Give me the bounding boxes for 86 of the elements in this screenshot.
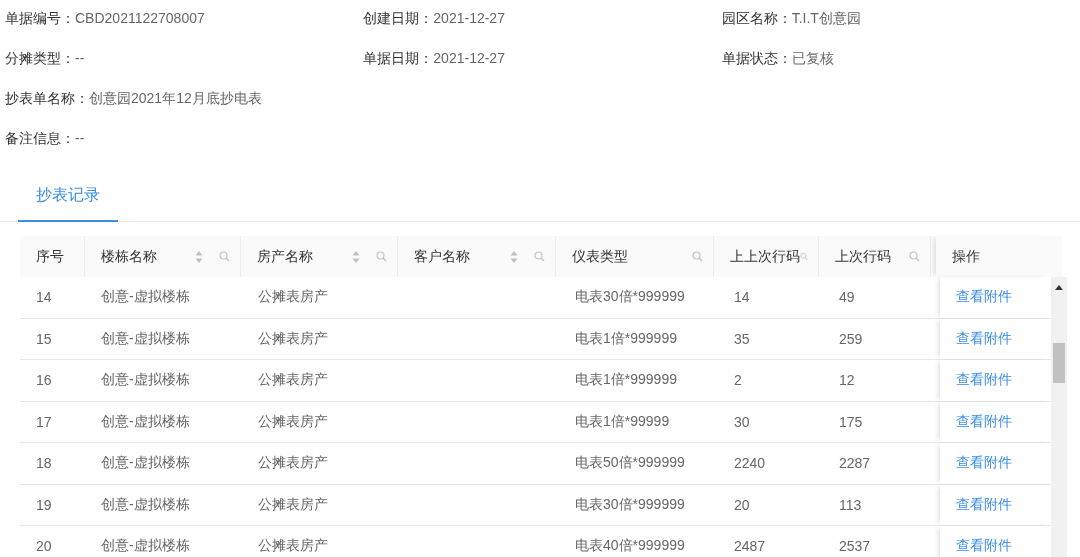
field-value: 2021-12-27 bbox=[433, 50, 505, 66]
table-cell: 17 bbox=[36, 413, 52, 430]
view-attachment-link[interactable]: 查看附件 bbox=[956, 329, 1012, 348]
table-cell: 20 bbox=[36, 538, 52, 555]
table-cell: 20 bbox=[734, 496, 750, 513]
table-cell: 创意-虚拟楼栋 bbox=[101, 454, 190, 473]
table-cell: 电表1倍*999999 bbox=[575, 371, 677, 390]
scrollbar-thumb[interactable] bbox=[1053, 343, 1065, 383]
table-cell: 电表50倍*999999 bbox=[575, 454, 685, 473]
view-attachment-link[interactable]: 查看附件 bbox=[956, 288, 1012, 307]
table-cell: 30 bbox=[734, 413, 750, 430]
table-cell: 创意-虚拟楼栋 bbox=[101, 371, 190, 390]
table-cell: 创意-虚拟楼栋 bbox=[101, 329, 190, 348]
field-label: 单据状态： bbox=[721, 50, 792, 66]
table-cell: 公摊表房产 bbox=[258, 329, 328, 348]
search-icon[interactable] bbox=[800, 251, 809, 262]
table-cell: 创意-虚拟楼栋 bbox=[101, 412, 190, 431]
table-cell: 公摊表房产 bbox=[258, 537, 328, 556]
table-cell: 14 bbox=[36, 289, 52, 306]
field-value: 已复核 bbox=[791, 50, 834, 66]
view-attachment-link[interactable]: 查看附件 bbox=[956, 537, 1012, 556]
table-cell: 电表30倍*999999 bbox=[575, 495, 685, 514]
field-value: T.I.T创意园 bbox=[791, 10, 861, 26]
search-icon[interactable] bbox=[692, 251, 704, 262]
table-cell: 公摊表房产 bbox=[258, 288, 328, 307]
table-cell: 18 bbox=[36, 455, 52, 472]
table-cell: 公摊表房产 bbox=[258, 412, 328, 431]
field-value: 2021-12-27 bbox=[433, 10, 505, 26]
field-label: 分摊类型： bbox=[5, 50, 75, 66]
search-icon[interactable] bbox=[908, 251, 920, 262]
table-cell: 15 bbox=[36, 330, 52, 347]
table-cell: 14 bbox=[734, 289, 750, 306]
field-value: 创意园2021年12月底抄电表 bbox=[89, 90, 262, 106]
table-cell: 创意-虚拟楼栋 bbox=[101, 288, 190, 307]
sort-icon[interactable] bbox=[510, 249, 519, 264]
column-title: 操作 bbox=[951, 247, 981, 266]
table-cell: 电表1倍*999999 bbox=[575, 329, 677, 348]
column-title: 楼栋名称 bbox=[100, 247, 158, 266]
table-cell: 2537 bbox=[839, 538, 871, 555]
table-cell: 2287 bbox=[839, 455, 871, 472]
table-cell: 2 bbox=[734, 372, 742, 389]
table-cell: 公摊表房产 bbox=[258, 454, 328, 473]
search-icon[interactable] bbox=[534, 251, 546, 262]
field-value: CBD2021122708007 bbox=[75, 10, 205, 26]
table-cell: 35 bbox=[734, 330, 750, 347]
table-cell: 电表40倍*999999 bbox=[575, 537, 685, 556]
column-title: 上次行码 bbox=[835, 247, 893, 266]
column-title: 序号 bbox=[36, 247, 65, 266]
view-attachment-link[interactable]: 查看附件 bbox=[956, 454, 1012, 473]
view-attachment-link[interactable]: 查看附件 bbox=[956, 495, 1012, 514]
table-cell: 175 bbox=[839, 413, 863, 430]
table-cell: 创意-虚拟楼栋 bbox=[101, 495, 190, 514]
table-cell: 2487 bbox=[734, 538, 766, 555]
table-cell: 2240 bbox=[734, 455, 766, 472]
table-cell: 12 bbox=[839, 372, 855, 389]
search-icon[interactable] bbox=[376, 251, 387, 262]
field-value: -- bbox=[75, 50, 85, 66]
sort-icon[interactable] bbox=[352, 249, 360, 264]
scrollbar[interactable] bbox=[1051, 277, 1067, 557]
field-label: 抄表单名称： bbox=[5, 90, 89, 106]
field-label: 备注信息： bbox=[5, 130, 75, 146]
field-value: -- bbox=[75, 130, 85, 146]
view-attachment-link[interactable]: 查看附件 bbox=[956, 412, 1012, 431]
field-label: 单据编号： bbox=[5, 10, 75, 26]
table-cell: 公摊表房产 bbox=[258, 495, 328, 514]
table-cell: 16 bbox=[36, 372, 52, 389]
scroll-up-icon[interactable] bbox=[1055, 285, 1063, 290]
table-cell: 113 bbox=[839, 496, 862, 513]
table-cell: 电表1倍*99999 bbox=[575, 412, 670, 431]
search-icon[interactable] bbox=[218, 251, 230, 262]
table-cell: 259 bbox=[839, 330, 863, 347]
sort-icon[interactable] bbox=[194, 249, 203, 264]
column-title: 房产名称 bbox=[256, 247, 314, 266]
table-cell: 49 bbox=[839, 289, 855, 306]
column-title: 客户名称 bbox=[414, 247, 471, 266]
table-cell: 19 bbox=[36, 496, 52, 513]
table-cell: 电表30倍*999999 bbox=[575, 288, 685, 307]
field-label: 单据日期： bbox=[363, 50, 434, 66]
column-title: 上上次行码 bbox=[730, 247, 801, 266]
table-cell: 公摊表房产 bbox=[258, 371, 328, 390]
tab[interactable]: 抄表记录 bbox=[18, 175, 118, 222]
field-label: 创建日期： bbox=[363, 10, 434, 26]
view-attachment-link[interactable]: 查看附件 bbox=[956, 371, 1012, 390]
column-title: 仪表类型 bbox=[572, 247, 630, 266]
field-label: 园区名称： bbox=[721, 10, 792, 26]
table-cell: 创意-虚拟楼栋 bbox=[101, 537, 190, 556]
